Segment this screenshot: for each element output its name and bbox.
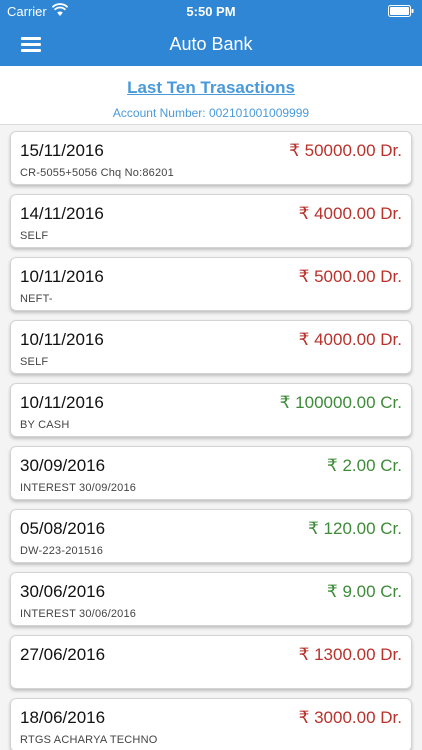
transaction-description: RTGS ACHARYA TECHNO: [20, 734, 158, 746]
transaction-amount: ₹ 50000.00 Dr.: [289, 141, 402, 160]
transaction-description: DW-223-201516: [20, 545, 104, 557]
transaction-card[interactable]: 18/06/2016 RTGS ACHARYA TECHNO ₹ 3000.00…: [10, 698, 412, 750]
battery-icon: [388, 5, 414, 17]
transaction-description: INTEREST 30/06/2016: [20, 608, 137, 620]
transaction-card[interactable]: 30/09/2016 INTEREST 30/09/2016 ₹ 2.00 Cr…: [10, 446, 412, 500]
transaction-amount: ₹ 3000.00 Dr.: [298, 708, 402, 727]
app-title: Auto Bank: [169, 34, 253, 54]
transaction-card[interactable]: 10/11/2016 BY CASH ₹ 100000.00 Cr.: [10, 383, 412, 437]
transaction-amount: ₹ 1300.00 Dr.: [298, 645, 402, 664]
transaction-date: 10/11/2016: [20, 330, 104, 349]
transaction-card[interactable]: 15/11/2016 CR-5055+5056 Chq No:86201 ₹ 5…: [10, 131, 412, 185]
transaction-description: INTEREST 30/09/2016: [20, 482, 137, 494]
transaction-description: BY CASH: [20, 419, 70, 431]
transaction-description: CR-5055+5056 Chq No:86201: [20, 167, 174, 179]
status-bar: Carrier 5:50 PM: [0, 0, 422, 22]
transaction-list[interactable]: 15/11/2016 CR-5055+5056 Chq No:86201 ₹ 5…: [0, 124, 422, 750]
transaction-date: 10/11/2016: [20, 393, 104, 412]
transaction-card[interactable]: 30/06/2016 INTEREST 30/06/2016 ₹ 9.00 Cr…: [10, 572, 412, 626]
transactions-header: Last Ten Trasactions Account Number: 002…: [0, 66, 422, 124]
status-time: 5:50 PM: [186, 4, 236, 19]
transaction-date: 15/11/2016: [20, 141, 104, 160]
navigation-bar: Auto Bank: [0, 22, 422, 66]
transaction-card[interactable]: 14/11/2016 SELF ₹ 4000.00 Dr.: [10, 194, 412, 248]
page-title: Last Ten Trasactions: [127, 78, 295, 97]
transaction-amount: ₹ 2.00 Cr.: [326, 456, 402, 475]
transaction-card[interactable]: 05/08/2016 DW-223-201516 ₹ 120.00 Cr.: [10, 509, 412, 563]
transaction-amount: ₹ 100000.00 Cr.: [279, 393, 402, 412]
transaction-amount: ₹ 9.00 Cr.: [326, 582, 402, 601]
transaction-amount: ₹ 120.00 Cr.: [308, 519, 402, 538]
transaction-date: 30/09/2016: [20, 456, 106, 475]
account-number-label: Account Number: 002101001009999: [112, 106, 310, 120]
transaction-description: SELF: [20, 230, 49, 242]
transaction-date: 14/11/2016: [20, 204, 104, 223]
transaction-description: NEFT-: [20, 293, 53, 305]
transaction-date: 27/06/2016: [20, 645, 106, 664]
transaction-description: SELF: [20, 356, 49, 368]
transaction-date: 05/08/2016: [20, 519, 106, 538]
transaction-card[interactable]: 27/06/2016 ₹ 1300.00 Dr.: [10, 635, 412, 689]
transaction-card[interactable]: 10/11/2016 NEFT- ₹ 5000.00 Dr.: [10, 257, 412, 311]
transaction-date: 10/11/2016: [20, 267, 104, 286]
transaction-amount: ₹ 4000.00 Dr.: [298, 204, 402, 223]
transaction-card[interactable]: 10/11/2016 SELF ₹ 4000.00 Dr.: [10, 320, 412, 374]
transaction-date: 30/06/2016: [20, 582, 106, 601]
transaction-date: 18/06/2016: [20, 708, 106, 727]
transaction-amount: ₹ 4000.00 Dr.: [298, 330, 402, 349]
transaction-amount: ₹ 5000.00 Dr.: [298, 267, 402, 286]
